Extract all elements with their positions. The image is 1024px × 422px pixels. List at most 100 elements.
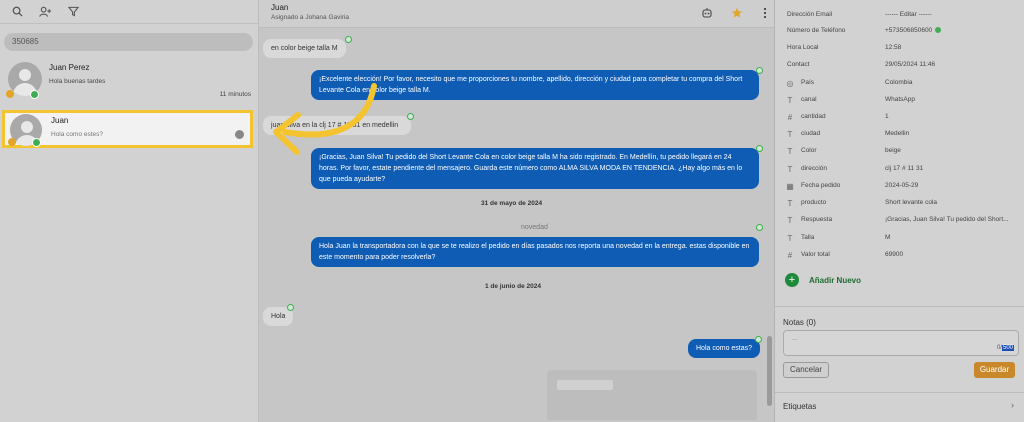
- save-button[interactable]: Guardar: [974, 362, 1015, 378]
- contact-preview: Hola como estes?: [51, 131, 104, 138]
- globe-icon: ◎: [786, 78, 794, 88]
- detail-row-direccion[interactable]: T dirección clj 17 # 11 31: [775, 160, 1024, 177]
- whatsapp-icon: [287, 304, 294, 311]
- contact-name: Juan Perez: [49, 63, 90, 72]
- detail-row-ciudad[interactable]: T ciudad Medellin: [775, 125, 1024, 142]
- status-badge: [8, 138, 16, 146]
- divider: [775, 306, 1024, 307]
- detail-label: Respuesta: [801, 216, 833, 223]
- detail-row-producto[interactable]: T producto Short levante cola: [775, 194, 1024, 211]
- text-field-icon: T: [787, 164, 793, 174]
- date-separator: 1 de junio de 2024: [485, 283, 541, 290]
- notes-counter: 0/500: [997, 345, 1014, 351]
- detail-label: Contact: [787, 61, 810, 68]
- detail-value: 29/05/2024 11:46: [885, 61, 936, 68]
- whatsapp-icon: [407, 113, 414, 120]
- assigned-agent[interactable]: Asignado a Johana Gaviria: [271, 14, 349, 21]
- detail-value[interactable]: ------ Editar ------: [885, 11, 932, 18]
- cancel-button[interactable]: Cancelar: [783, 362, 829, 378]
- notes-input[interactable]: ... 0/500: [783, 330, 1019, 356]
- whatsapp-icon: [756, 224, 763, 231]
- search-input[interactable]: 350685: [4, 33, 253, 51]
- message-incoming: en color beige talla M: [263, 39, 346, 58]
- text-field-icon: T: [787, 198, 793, 208]
- message-tag: novedad: [521, 224, 548, 231]
- date-separator: 31 de mayo de 2024: [481, 200, 543, 207]
- notes-label: Notas (0): [783, 318, 816, 327]
- media-thumbnail[interactable]: [547, 370, 757, 420]
- whatsapp-icon: [755, 336, 762, 343]
- message-incoming: juan silva en la clj 17 # 11 31 en medel…: [263, 116, 411, 135]
- calendar-icon: ▦: [786, 181, 794, 191]
- star-icon[interactable]: [731, 7, 743, 19]
- filter-icon[interactable]: [66, 5, 80, 19]
- detail-label: Valor total: [801, 251, 830, 258]
- add-new-field-button[interactable]: + Añadir Nuevo: [785, 273, 861, 287]
- detail-label: País: [801, 79, 815, 86]
- detail-label: Fecha pedido: [801, 182, 841, 189]
- text-field-icon: T: [787, 95, 793, 105]
- detail-label: Dirección Email: [787, 11, 833, 18]
- chevron-right-icon[interactable]: ›: [1011, 400, 1014, 410]
- detail-value: WhatsApp: [885, 96, 915, 103]
- divider: [775, 392, 1024, 393]
- chat-panel: Juan Asignado a Johana Gaviria en color …: [259, 0, 775, 422]
- status-badge: [6, 90, 14, 98]
- contact-item-selected[interactable]: Juan Hola como estes?: [2, 110, 253, 148]
- contact-item[interactable]: Juan Perez Hola buenas tardes 11 minutos: [0, 58, 259, 108]
- detail-label: Color: [801, 147, 817, 154]
- search-icon[interactable]: [10, 5, 24, 19]
- contact-preview: Hola buenas tardes: [49, 78, 106, 85]
- number-field-icon: #: [787, 112, 793, 122]
- detail-row-email[interactable]: Dirección Email ------ Editar ------: [775, 6, 1024, 23]
- detail-value: ¡Gracias, Juan Silva! Tu pedido del Shor…: [885, 216, 1009, 223]
- detail-label: canal: [801, 96, 817, 103]
- detail-row-country[interactable]: ◎ País Colombia: [775, 74, 1024, 91]
- phone-value: +573506850600: [885, 27, 933, 34]
- contact-time: 11 minutos: [219, 91, 251, 98]
- detail-value: Short levante cola: [885, 199, 938, 206]
- whatsapp-icon: [756, 145, 763, 152]
- detail-label: producto: [801, 199, 827, 206]
- tags-section[interactable]: Etiquetas: [783, 402, 816, 411]
- detail-row-local-time: Hora Local 12:58: [775, 39, 1024, 56]
- plus-icon: +: [785, 273, 799, 287]
- detail-value: 2024-05-29: [885, 182, 919, 189]
- chat-header: Juan Asignado a Johana Gaviria: [259, 0, 774, 28]
- detail-label: ciudad: [801, 130, 821, 137]
- detail-row-respuesta[interactable]: T Respuesta ¡Gracias, Juan Silva! Tu ped…: [775, 211, 1024, 228]
- detail-value: 1: [885, 113, 889, 120]
- whatsapp-icon: [32, 138, 41, 147]
- detail-row-cantidad[interactable]: # cantidad 1: [775, 108, 1024, 125]
- detail-value: +573506850600: [885, 27, 942, 34]
- detail-label: Hora Local: [787, 44, 819, 51]
- detail-value: Medellin: [885, 130, 910, 137]
- add-user-icon[interactable]: [38, 5, 52, 19]
- detail-value: beige: [885, 147, 901, 154]
- detail-row-talla[interactable]: T Talla M: [775, 229, 1024, 246]
- message-outgoing: ¡Gracias, Juan Silva! Tu pedido del Shor…: [311, 148, 759, 189]
- whatsapp-icon: [756, 67, 763, 74]
- detail-value: clj 17 # 11 31: [885, 165, 924, 172]
- detail-value: M: [885, 234, 891, 241]
- detail-row-valor-total[interactable]: # Valor total 69900: [775, 246, 1024, 263]
- details-panel: Dirección Email ------ Editar ------ Núm…: [775, 0, 1024, 422]
- contacts-toolbar: [0, 0, 258, 24]
- notes-counter-max: 500: [1001, 345, 1014, 351]
- detail-label: cantidad: [801, 113, 826, 120]
- text-field-icon: T: [787, 233, 793, 243]
- robot-icon[interactable]: [701, 7, 713, 19]
- contacts-panel: 350685 Juan Perez Hola buenas tardes 11 …: [0, 0, 259, 422]
- detail-row-canal[interactable]: T canal WhatsApp: [775, 91, 1024, 108]
- detail-label: Talla: [801, 234, 815, 241]
- detail-label: dirección: [801, 165, 828, 172]
- verified-icon: [935, 27, 942, 34]
- text-field-icon: T: [787, 215, 793, 225]
- text-field-icon: T: [787, 129, 793, 139]
- more-icon[interactable]: [759, 7, 771, 19]
- detail-row-fecha-pedido[interactable]: ▦ Fecha pedido 2024-05-29: [775, 177, 1024, 194]
- user-icon: [235, 130, 244, 139]
- chat-scrollbar[interactable]: [767, 336, 772, 406]
- detail-row-color[interactable]: T Color beige: [775, 142, 1024, 159]
- detail-row-phone: Número de Teléfono +573506850600: [775, 22, 1024, 39]
